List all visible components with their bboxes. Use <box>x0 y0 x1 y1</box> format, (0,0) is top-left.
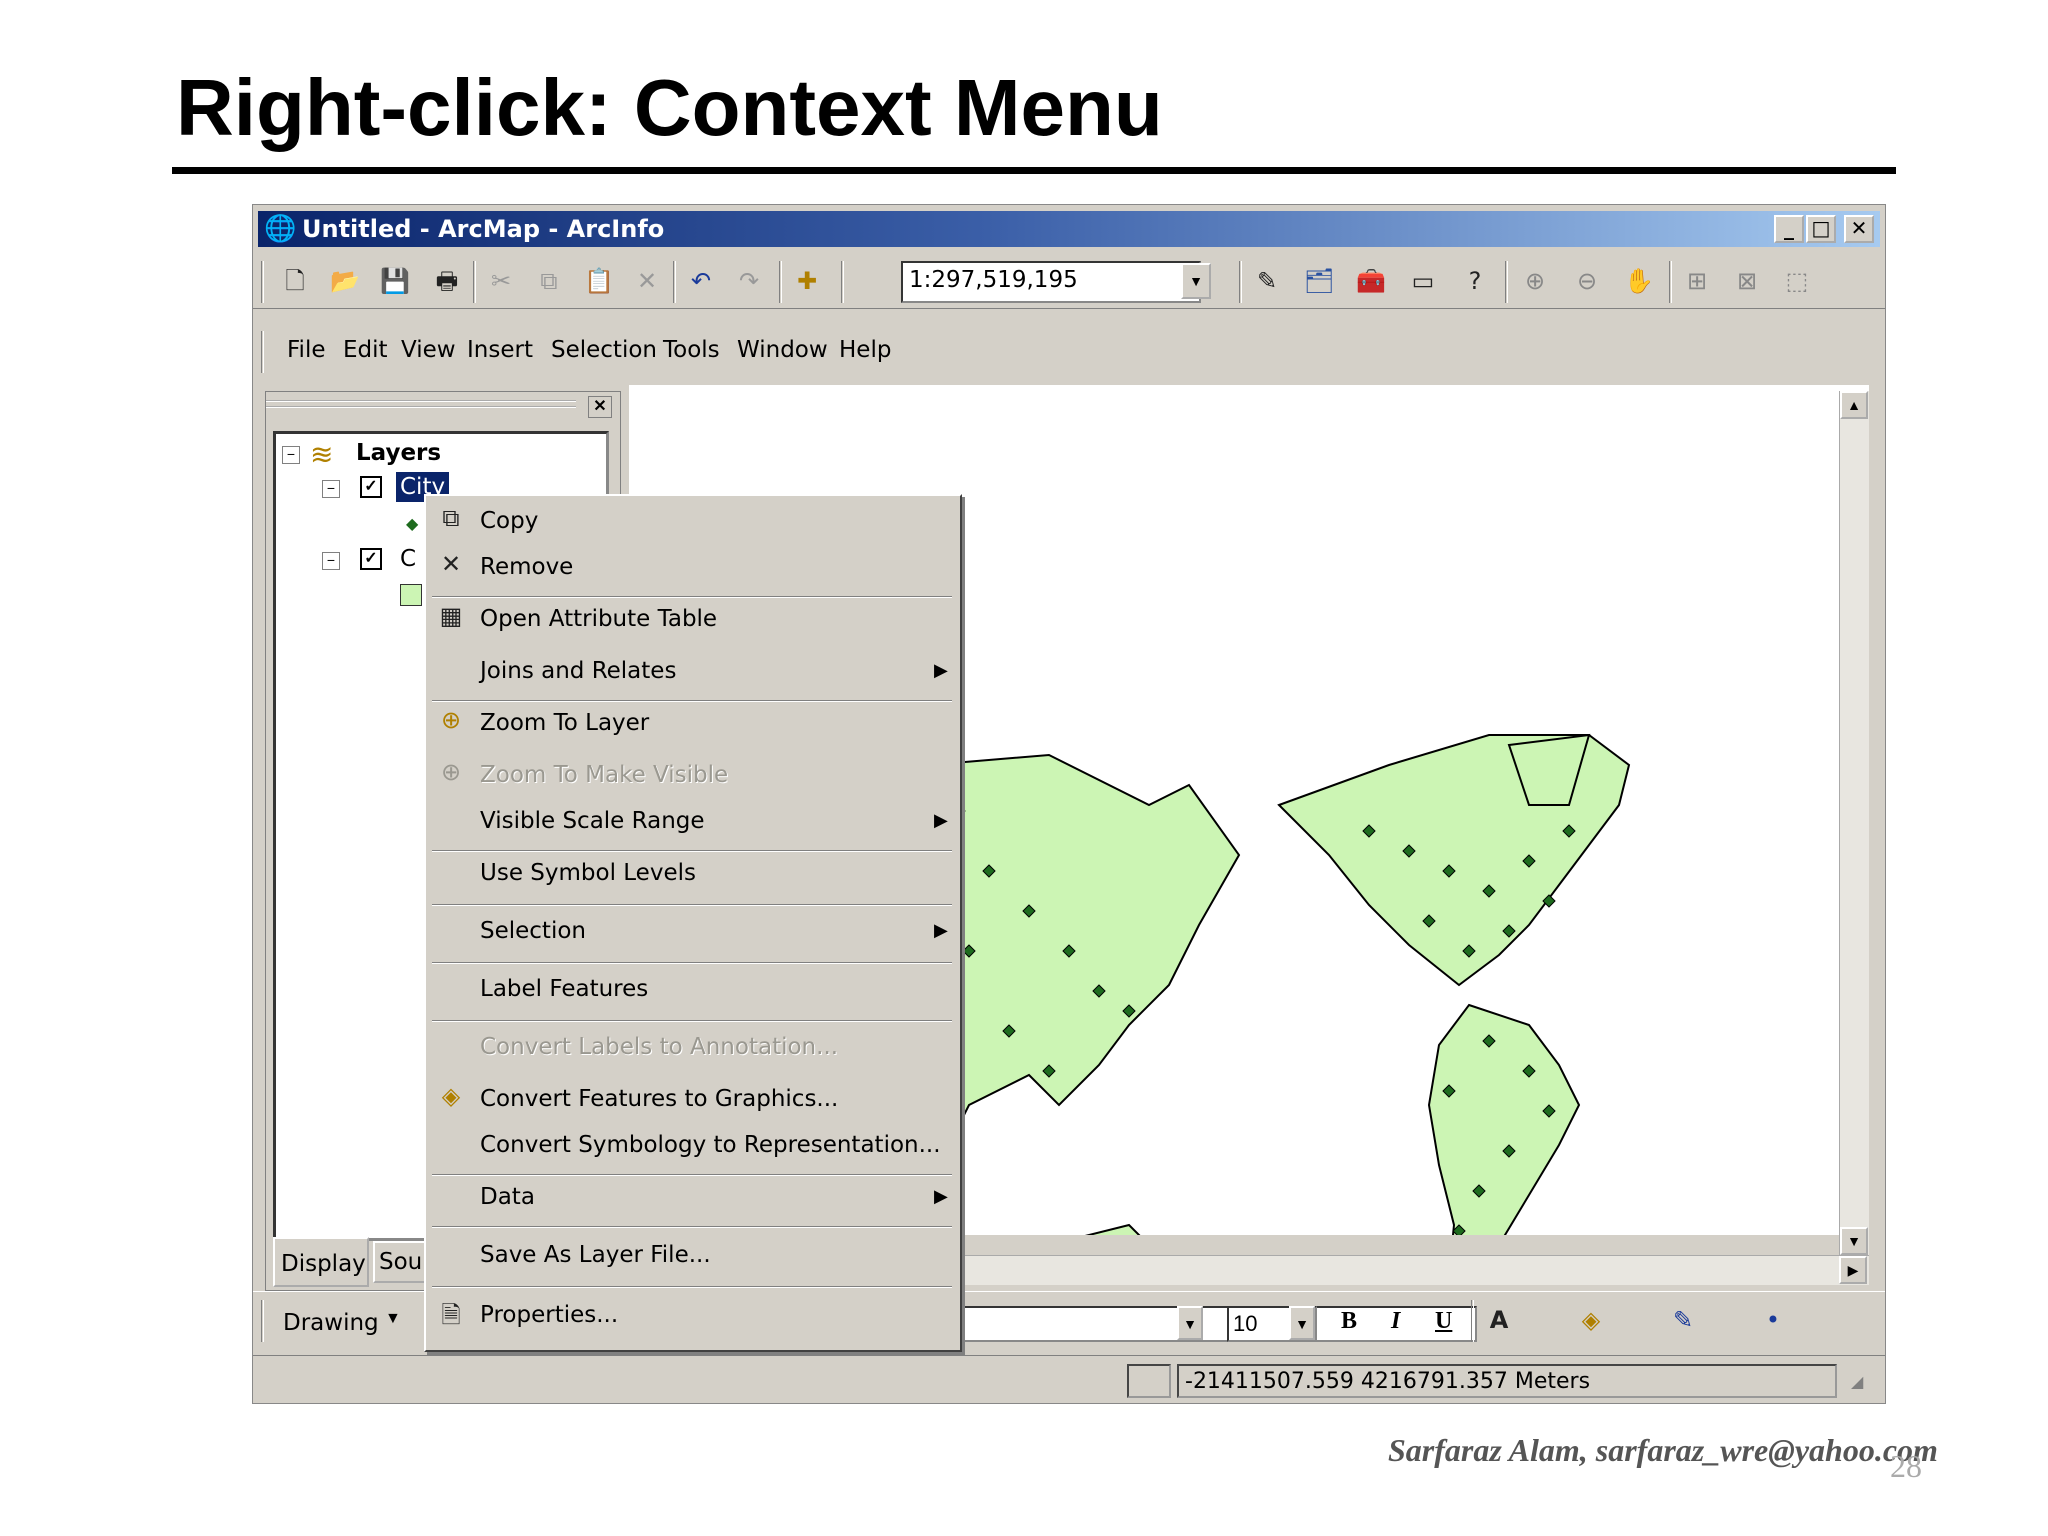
layer-visibility-checkbox[interactable]: ✓ <box>360 476 382 498</box>
layer-country-label[interactable]: C <box>400 546 416 572</box>
font-color-icon[interactable]: A <box>1479 1300 1519 1340</box>
table-icon: ▦ <box>439 602 463 630</box>
paste-icon[interactable]: 📋 <box>579 261 619 301</box>
bold-button[interactable]: B <box>1341 1308 1357 1335</box>
save-icon[interactable]: 💾 <box>375 261 415 301</box>
menu-insert[interactable]: Insert <box>467 337 533 363</box>
arccatalog-icon[interactable]: 🗂 <box>1299 261 1339 301</box>
submenu-arrow-icon: ▶ <box>934 660 948 681</box>
menu-view[interactable]: View <box>401 337 456 363</box>
submenu-arrow-icon: ▶ <box>934 920 948 941</box>
layers-icon: ≋ <box>310 438 334 471</box>
zoom-out-fixed-icon[interactable]: ⊖ <box>1567 261 1607 301</box>
window-title: Untitled - ArcMap - ArcInfo <box>302 215 665 243</box>
layers-root-label[interactable]: Layers <box>356 440 441 466</box>
window-title-bar[interactable]: 🌐 Untitled - ArcMap - ArcInfo _ □ ✕ <box>258 211 1880 247</box>
city-symbol-icon: ◆ <box>406 514 419 533</box>
menu-selection[interactable]: Selection <box>551 337 657 363</box>
collapse-icon[interactable]: − <box>322 552 340 570</box>
chevron-down-icon[interactable]: ▼ <box>385 1310 401 1328</box>
slide-title: Right-click: Context Menu <box>176 63 1163 152</box>
footer-credit: Sarfaraz Alam, sarfaraz_wre@yahoo.com <box>1388 1432 1938 1468</box>
layer-visibility-checkbox[interactable]: ✓ <box>360 548 382 570</box>
command-line-icon[interactable]: ▭ <box>1403 261 1443 301</box>
collapse-icon[interactable]: − <box>322 480 340 498</box>
previous-extent-icon[interactable]: ⊠ <box>1727 261 1767 301</box>
submenu-arrow-icon: ▶ <box>934 1186 948 1207</box>
scroll-down-icon[interactable]: ▼ <box>1840 1227 1868 1255</box>
status-bar: -21411507.559 4216791.357 Meters ◢ <box>253 1355 1885 1403</box>
coordinate-readout: -21411507.559 4216791.357 Meters <box>1177 1364 1837 1398</box>
chevron-down-icon[interactable]: ▼ <box>1177 1306 1203 1340</box>
fill-color-icon[interactable]: ◈ <box>1571 1300 1611 1340</box>
menu-edit[interactable]: Edit <box>343 337 388 363</box>
map-horizontal-scrollbar[interactable]: ▶ <box>953 1255 1869 1285</box>
zoom-in-fixed-icon[interactable]: ⊕ <box>1515 261 1555 301</box>
chevron-down-icon[interactable]: ▼ <box>1289 1306 1315 1340</box>
add-data-icon[interactable]: ✚ <box>787 261 827 301</box>
map-scale-value: 1:297,519,195 <box>909 267 1078 293</box>
pan-icon[interactable]: ✋ <box>1619 261 1659 301</box>
copy-icon[interactable]: ⧉ <box>529 261 569 301</box>
collapse-icon[interactable]: − <box>282 446 300 464</box>
whats-this-icon[interactable]: ? <box>1455 261 1495 301</box>
title-divider <box>172 167 1896 174</box>
page-number: 28 <box>1890 1448 1922 1484</box>
map-vertical-scrollbar[interactable]: ▲ ▼ <box>1839 391 1869 1257</box>
menu-window[interactable]: Window <box>737 337 828 363</box>
chevron-down-icon[interactable]: ▼ <box>1181 263 1211 299</box>
marker-color-icon[interactable]: • <box>1753 1300 1793 1340</box>
next-extent-icon[interactable]: ⬚ <box>1777 261 1817 301</box>
minimize-button[interactable]: _ <box>1774 215 1804 243</box>
south-america-landmass <box>1427 1003 1581 1287</box>
toc-grip[interactable] <box>266 400 576 408</box>
line-color-icon[interactable]: ✎ <box>1663 1300 1703 1340</box>
resize-grip-icon[interactable]: ◢ <box>1851 1372 1863 1392</box>
zoom-layer-icon: ⊕ <box>440 706 462 734</box>
font-size-value: 10 <box>1233 1311 1258 1336</box>
close-button[interactable]: ✕ <box>1844 215 1874 243</box>
new-icon[interactable]: 🗋 <box>275 261 315 301</box>
convert-graphics-icon: ◈ <box>441 1082 461 1110</box>
maximize-button[interactable]: □ <box>1806 215 1836 243</box>
map-scale-combobox[interactable]: 1:297,519,195 <box>901 261 1201 303</box>
delete-icon[interactable]: ✕ <box>627 261 667 301</box>
arctoolbox-icon[interactable]: 🧰 <box>1351 261 1391 301</box>
submenu-arrow-icon: ▶ <box>934 810 948 831</box>
copy-icon: ⧉ <box>442 504 460 532</box>
underline-button[interactable]: U <box>1435 1308 1452 1335</box>
drawing-menu[interactable]: Drawing <box>283 1310 379 1336</box>
scroll-up-icon[interactable]: ▲ <box>1840 391 1868 419</box>
layer-context-menu: ⧉ Copy ✕ Remove ▦ Open Attribute Table J… <box>424 494 962 1352</box>
scroll-right-icon[interactable]: ▶ <box>1839 1256 1867 1284</box>
country-symbol-icon <box>400 584 422 606</box>
status-panel <box>1127 1364 1171 1398</box>
redo-icon[interactable]: ↷ <box>729 261 769 301</box>
print-icon[interactable]: 🖶 <box>427 261 467 301</box>
arcmap-globe-icon: 🌐 <box>264 214 297 244</box>
menu-tools[interactable]: Tools <box>663 337 720 363</box>
editor-toolbar-icon[interactable]: ✎ <box>1247 261 1287 301</box>
italic-button[interactable]: I <box>1391 1308 1400 1335</box>
toc-close-icon[interactable]: ✕ <box>588 396 612 418</box>
cut-icon[interactable]: ✂ <box>481 261 521 301</box>
menu-help[interactable]: Help <box>839 337 891 363</box>
undo-icon[interactable]: ↶ <box>681 261 721 301</box>
properties-icon: 🗎 <box>441 1301 461 1329</box>
zoom-visible-icon: ⊕ <box>440 758 462 786</box>
remove-icon: ✕ <box>440 550 462 578</box>
asia-landmass <box>928 753 1241 1146</box>
open-icon[interactable]: 📂 <box>325 261 365 301</box>
australia-landmass <box>1037 1223 1171 1327</box>
menu-file[interactable]: File <box>287 337 326 363</box>
tab-display[interactable]: Display <box>273 1237 369 1287</box>
standard-toolbar: 🗋 📂 💾 🖶 ✂ ⧉ 📋 ✕ ↶ ↷ ✚ 1:297,519,195 ▼ ✎ … <box>253 253 1885 309</box>
full-extent-icon[interactable]: ⊞ <box>1677 261 1717 301</box>
